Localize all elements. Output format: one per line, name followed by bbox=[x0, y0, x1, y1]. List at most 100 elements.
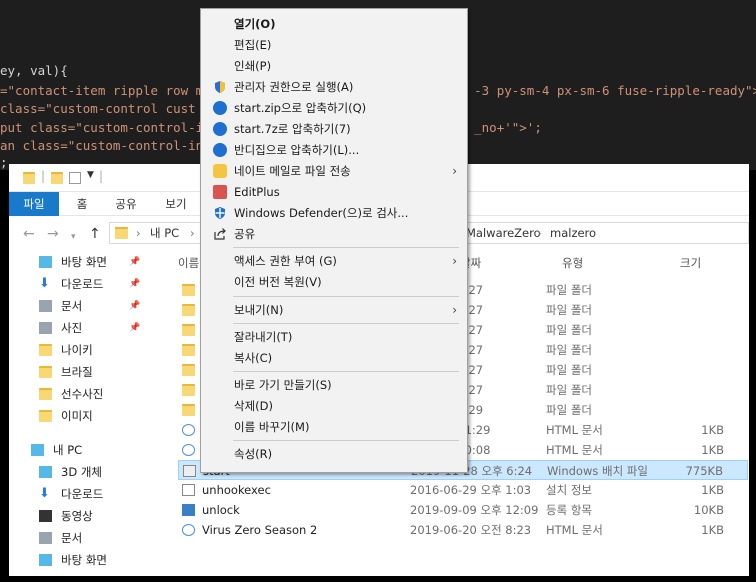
column-header-type[interactable]: 유형 bbox=[562, 252, 583, 274]
menu-item-open[interactable]: 열기(O) bbox=[203, 14, 465, 34]
nav-item-desktop[interactable]: 바탕 화면 bbox=[9, 550, 149, 570]
menu-item-nate-mail[interactable]: 네이트 메일로 파일 전송 › bbox=[203, 161, 465, 181]
menu-label: Windows Defender(으)로 검사... bbox=[234, 206, 409, 220]
navigation-pane: 바탕 화면 📌 ⬇ 다운로드 📌 문서 📌 사진 📌 나이키 브라질 선수사진 … bbox=[9, 252, 149, 576]
menu-item-properties[interactable]: 속성(R) bbox=[203, 444, 465, 464]
nav-label: 다운로드 bbox=[61, 487, 104, 501]
file-date: 2016-06-29 오후 1:03 bbox=[410, 483, 532, 497]
nav-label: 사진 bbox=[61, 321, 83, 335]
menu-item-zip[interactable]: start.zip으로 압축하기(Q) bbox=[203, 98, 465, 118]
menu-label: 복사(C) bbox=[234, 351, 273, 365]
nav-item-downloads[interactable]: ⬇ 다운로드 bbox=[9, 484, 149, 504]
file-row[interactable]: unhookexec 2016-06-29 오후 1:03 설치 정보 1KB bbox=[178, 480, 748, 500]
file-type: 파일 폴더 bbox=[546, 303, 592, 317]
nav-item-pictures[interactable]: 사진 📌 bbox=[9, 318, 149, 338]
nav-item-folder[interactable]: 선수사진 bbox=[9, 384, 149, 404]
menu-label: 열기(O) bbox=[234, 17, 276, 31]
recent-locations-icon[interactable]: ▾ bbox=[71, 229, 76, 245]
menu-item-grant-access[interactable]: 액세스 권한 부여 (G) › bbox=[203, 251, 465, 271]
bandizip-icon bbox=[213, 101, 227, 115]
submenu-arrow-icon: › bbox=[452, 164, 457, 178]
submenu-arrow-icon: › bbox=[452, 303, 457, 317]
menu-item-print[interactable]: 인쇄(P) bbox=[203, 56, 465, 76]
folder-icon bbox=[182, 364, 195, 376]
file-name: unlock bbox=[202, 503, 240, 517]
breadcrumb-malwarezero[interactable]: MalwareZero bbox=[466, 225, 541, 241]
nav-item-3d-objects[interactable]: 3D 개체 bbox=[9, 462, 149, 482]
nav-item-this-pc[interactable]: 내 PC bbox=[9, 440, 149, 460]
menu-label: 이전 버전 복원(V) bbox=[234, 275, 322, 289]
breadcrumb-separator[interactable]: › bbox=[190, 225, 195, 241]
folder-icon[interactable] bbox=[23, 172, 35, 184]
file-size: 775KB bbox=[685, 464, 723, 478]
menu-separator bbox=[233, 440, 459, 441]
folder-icon bbox=[182, 304, 195, 316]
breadcrumb-pc[interactable]: 내 PC bbox=[150, 225, 179, 241]
file-size: 1KB bbox=[701, 443, 724, 457]
file-row[interactable]: unlock 2019-09-09 오후 12:09 등록 항목 10KB bbox=[178, 500, 748, 520]
menu-label: 인쇄(P) bbox=[234, 59, 272, 73]
nate-mail-icon bbox=[213, 164, 227, 178]
nav-item-folder[interactable]: 이미지 bbox=[9, 406, 149, 426]
menu-item-delete[interactable]: 삭제(D) bbox=[203, 396, 465, 416]
menu-item-edit[interactable]: 편집(E) bbox=[203, 35, 465, 55]
forward-arrow-icon[interactable]: → bbox=[47, 226, 59, 242]
setup-info-icon bbox=[182, 484, 195, 496]
nav-label: 다운로드 bbox=[61, 277, 104, 291]
menu-label: start.7z로 압축하기(7) bbox=[234, 122, 351, 136]
file-type: 파일 폴더 bbox=[546, 403, 592, 417]
menu-separator bbox=[233, 247, 459, 248]
code-line: an class="custom-control-in bbox=[0, 138, 204, 153]
tab-file[interactable]: 파일 bbox=[9, 192, 59, 216]
menu-label: 바로 가기 만들기(S) bbox=[234, 378, 332, 392]
nav-item-folder[interactable]: 브라질 bbox=[9, 362, 149, 382]
breadcrumb-separator[interactable]: › bbox=[537, 225, 542, 241]
menu-item-bandizip[interactable]: 반디집으로 압축하기(L)... bbox=[203, 140, 465, 160]
nav-label: 바탕 화면 bbox=[61, 553, 107, 567]
file-type: HTML 문서 bbox=[546, 523, 603, 537]
nav-item-folder[interactable]: 나이키 bbox=[9, 340, 149, 360]
folder-icon bbox=[182, 404, 195, 416]
customize-toolbar-icon[interactable]: ▼ bbox=[87, 170, 94, 180]
menu-item-rename[interactable]: 이름 바꾸기(M) bbox=[203, 417, 465, 437]
tab-view[interactable]: 보기 bbox=[159, 192, 193, 216]
folder-icon bbox=[115, 227, 128, 239]
code-line: ; bbox=[0, 155, 8, 170]
nav-label: 내 PC bbox=[53, 443, 83, 457]
menu-item-send-to[interactable]: 보내기(N) › bbox=[203, 300, 465, 320]
file-type: Windows 배치 파일 bbox=[547, 464, 648, 478]
tab-home[interactable]: 홈 bbox=[65, 192, 99, 216]
nav-item-videos[interactable]: 동영상 bbox=[9, 506, 149, 526]
menu-item-share[interactable]: 공유 bbox=[203, 224, 465, 244]
menu-item-editplus[interactable]: EditPlus bbox=[203, 182, 465, 202]
file-size: 10KB bbox=[693, 503, 724, 517]
properties-icon[interactable] bbox=[69, 172, 81, 184]
back-arrow-icon[interactable]: ← bbox=[23, 226, 35, 242]
tab-share[interactable]: 공유 bbox=[109, 192, 143, 216]
menu-item-create-shortcut[interactable]: 바로 가기 만들기(S) bbox=[203, 375, 465, 395]
menu-label: 반디집으로 압축하기(L)... bbox=[234, 143, 360, 157]
breadcrumb-malzero[interactable]: malzero bbox=[550, 225, 596, 241]
menu-item-copy[interactable]: 복사(C) bbox=[203, 348, 465, 368]
new-folder-icon[interactable] bbox=[51, 172, 63, 184]
menu-item-7z[interactable]: start.7z로 압축하기(7) bbox=[203, 119, 465, 139]
file-row[interactable]: Virus Zero Season 2 2019-06-20 오전 8:23 H… bbox=[178, 520, 748, 540]
folder-icon bbox=[39, 344, 52, 356]
column-header-name[interactable]: 이름 bbox=[178, 252, 199, 274]
pin-icon: 📌 bbox=[129, 257, 141, 267]
uac-shield-icon bbox=[213, 80, 227, 94]
column-header-size[interactable]: 크기 bbox=[680, 252, 701, 274]
breadcrumb-separator[interactable]: › bbox=[136, 225, 141, 241]
nav-item-desktop[interactable]: 바탕 화면 📌 bbox=[9, 252, 149, 272]
nav-item-documents[interactable]: 문서 📌 bbox=[9, 296, 149, 316]
menu-item-defender-scan[interactable]: Windows Defender(으)로 검사... bbox=[203, 203, 465, 223]
menu-label: 관리자 권한으로 실행(A) bbox=[234, 80, 354, 94]
nav-item-documents[interactable]: 문서 bbox=[9, 528, 149, 548]
menu-item-run-as-admin[interactable]: 관리자 권한으로 실행(A) bbox=[203, 77, 465, 97]
menu-item-cut[interactable]: 잘라내기(T) bbox=[203, 327, 465, 347]
pin-icon: 📌 bbox=[129, 301, 141, 311]
menu-item-restore-versions[interactable]: 이전 버전 복원(V) bbox=[203, 272, 465, 292]
menu-label: 속성(R) bbox=[234, 447, 273, 461]
nav-item-downloads[interactable]: ⬇ 다운로드 📌 bbox=[9, 274, 149, 294]
up-arrow-icon[interactable]: ↑ bbox=[89, 226, 101, 242]
